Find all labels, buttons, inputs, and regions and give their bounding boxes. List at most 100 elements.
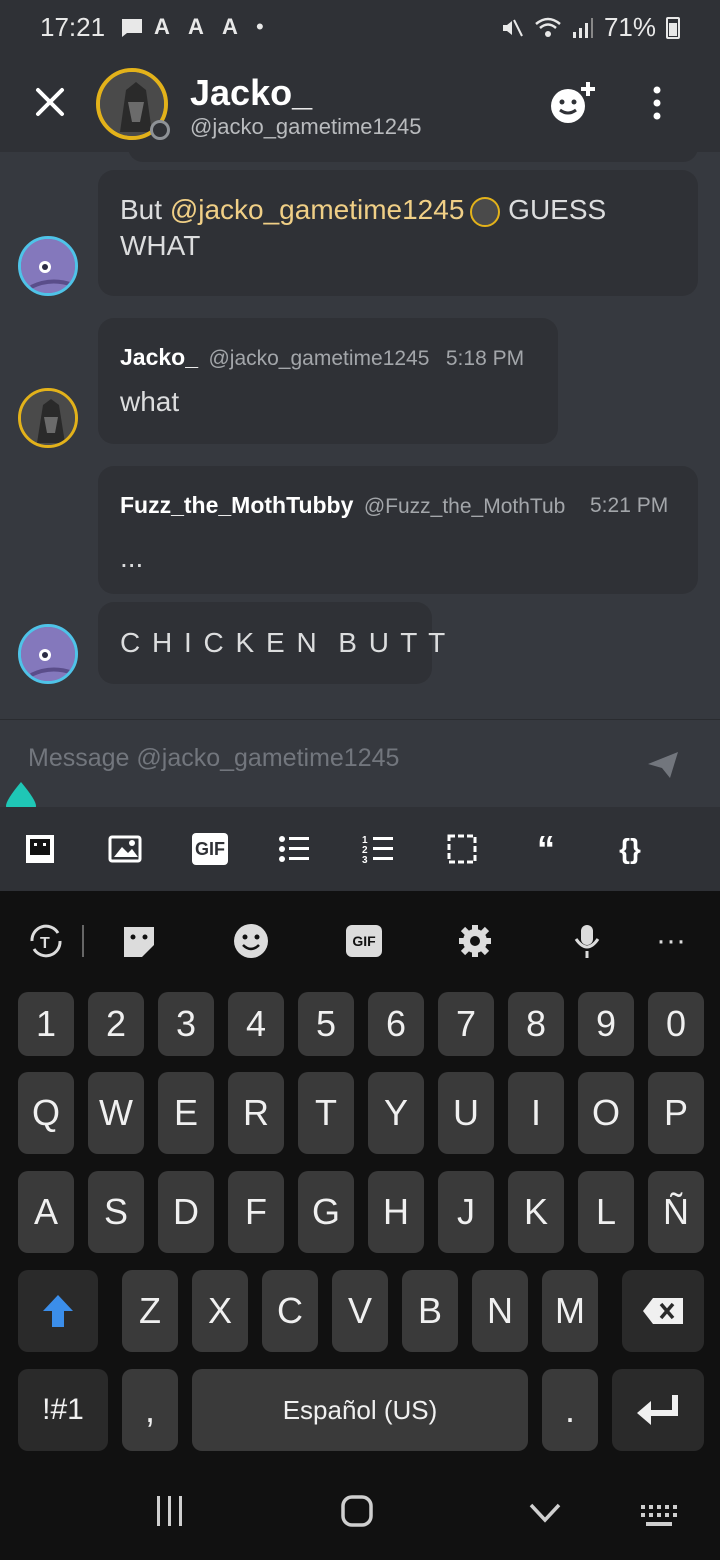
key-a[interactable]: A (18, 1171, 74, 1253)
key-4[interactable]: 4 (228, 992, 284, 1056)
message-composer[interactable]: Message @jacko_gametime1245 (0, 719, 720, 807)
key-z[interactable]: Z (122, 1270, 178, 1352)
key-q[interactable]: Q (18, 1072, 74, 1154)
battery-icon (666, 16, 680, 39)
enter-icon (637, 1395, 678, 1425)
key-t[interactable]: T (298, 1072, 354, 1154)
spoiler-icon[interactable] (446, 833, 478, 865)
backspace-key[interactable] (622, 1270, 704, 1352)
close-icon[interactable] (30, 82, 70, 122)
key-6[interactable]: 6 (368, 992, 424, 1056)
more-icon[interactable]: ··· (656, 923, 686, 959)
space-bar[interactable]: Español (US) (192, 1369, 528, 1451)
formatting-toolbar: GIF 123 “ {} (0, 807, 720, 891)
key-s[interactable]: S (88, 1171, 144, 1253)
user-mention[interactable]: @jacko_gametime1245 (170, 194, 465, 225)
status-time: 17:21 (40, 12, 106, 42)
microphone-icon[interactable] (572, 923, 602, 959)
add-friend-icon[interactable] (548, 80, 598, 126)
home-icon[interactable] (340, 1494, 374, 1528)
signal-icon (572, 17, 593, 38)
backspace-icon (643, 1298, 683, 1324)
key-c[interactable]: C (262, 1270, 318, 1352)
key-y[interactable]: Y (368, 1072, 424, 1154)
avatar[interactable] (18, 236, 78, 296)
emoji-icon[interactable] (232, 923, 270, 959)
image-icon[interactable] (108, 833, 142, 865)
a-icon: A (222, 14, 238, 39)
gif-button[interactable]: GIF (346, 925, 382, 957)
key-o[interactable]: O (578, 1072, 634, 1154)
key-9[interactable]: 9 (578, 992, 634, 1056)
key-0[interactable]: 0 (648, 992, 704, 1056)
svg-text:3: 3 (362, 855, 368, 865)
key-i[interactable]: I (508, 1072, 564, 1154)
key-8[interactable]: 8 (508, 992, 564, 1056)
period-key[interactable]: . (542, 1369, 598, 1451)
key-r[interactable]: R (228, 1072, 284, 1154)
symbols-key[interactable]: !#1 (18, 1369, 108, 1451)
settings-icon[interactable] (456, 923, 494, 959)
header-title: Jacko_ (190, 72, 313, 113)
wifi-icon (535, 17, 561, 37)
message-header: Jacko_ @jacko_gametime1245 5:18 PM (120, 344, 524, 371)
key-n[interactable]: N (472, 1270, 528, 1352)
system-nav-bar (0, 1464, 720, 1560)
key-7[interactable]: 7 (438, 992, 494, 1056)
message-list[interactable]: But @jacko_gametime1245 GUESS WHAT Jacko… (0, 152, 720, 719)
numbered-list-icon[interactable]: 123 (362, 833, 394, 865)
header-subtitle: @jacko_gametime1245 (190, 114, 422, 139)
key-b[interactable]: B (402, 1270, 458, 1352)
key-l[interactable]: L (578, 1171, 634, 1253)
toolbar-divider (82, 925, 84, 957)
message-bubble[interactable]: Jacko_ @jacko_gametime1245 5:18 PM what (98, 318, 558, 444)
key-d[interactable]: D (158, 1171, 214, 1253)
code-block-button[interactable]: {} (614, 833, 646, 865)
back-icon[interactable] (528, 1502, 562, 1524)
gif-button[interactable]: GIF (192, 833, 228, 865)
send-icon[interactable] (646, 750, 680, 780)
key-f[interactable]: F (228, 1171, 284, 1253)
quote-button[interactable]: “ (530, 828, 562, 869)
key-5[interactable]: 5 (298, 992, 354, 1056)
translate-icon[interactable]: T (26, 923, 66, 959)
key-h[interactable]: H (368, 1171, 424, 1253)
sticker-icon[interactable] (120, 923, 158, 959)
key-x[interactable]: X (192, 1270, 248, 1352)
key-1[interactable]: 1 (18, 992, 74, 1056)
message-bubble[interactable]: But @jacko_gametime1245 GUESS WHAT (98, 170, 698, 296)
status-bar: 17:21 A A A • 71% (0, 0, 720, 56)
keyboard-switch-icon[interactable] (640, 1504, 678, 1528)
message-bubble[interactable]: C H I C K E N B U T T (98, 602, 445, 684)
comma-key[interactable]: , (122, 1369, 178, 1451)
more-options-icon[interactable] (640, 86, 674, 120)
enter-key[interactable] (612, 1369, 704, 1451)
key-2[interactable]: 2 (88, 992, 144, 1056)
message-text: But @jacko_gametime1245 GUESS WHAT (120, 194, 607, 261)
key-3[interactable]: 3 (158, 992, 214, 1056)
dm-header: Jacko_ @jacko_gametime1245 (0, 56, 720, 152)
message-author[interactable]: Fuzz_the_MothTubby (120, 492, 353, 518)
message-author[interactable]: Jacko_ (120, 344, 198, 370)
key-k[interactable]: K (508, 1171, 564, 1253)
key-j[interactable]: J (438, 1171, 494, 1253)
shift-icon (43, 1295, 73, 1327)
key-v[interactable]: V (332, 1270, 388, 1352)
key-p[interactable]: P (648, 1072, 704, 1154)
key-w[interactable]: W (88, 1072, 144, 1154)
recent-apps-icon[interactable] (154, 1494, 186, 1528)
bullet-list-icon[interactable] (278, 833, 310, 865)
a-icon: A (188, 14, 204, 39)
message-bubble[interactable]: Fuzz_the_MothTubby @Fuzz_the_MothTub 5:2… (98, 466, 698, 594)
sticker-icon[interactable] (24, 833, 56, 865)
shift-key[interactable] (18, 1270, 98, 1352)
avatar[interactable] (18, 388, 78, 448)
message-input[interactable]: Message @jacko_gametime1245 (28, 744, 399, 773)
key-m[interactable]: M (542, 1270, 598, 1352)
key-g[interactable]: G (298, 1171, 354, 1253)
key-n-tilde[interactable]: Ñ (648, 1171, 704, 1253)
avatar[interactable] (18, 624, 78, 684)
key-e[interactable]: E (158, 1072, 214, 1154)
message-timestamp: 5:21 PM (590, 494, 669, 517)
key-u[interactable]: U (438, 1072, 494, 1154)
